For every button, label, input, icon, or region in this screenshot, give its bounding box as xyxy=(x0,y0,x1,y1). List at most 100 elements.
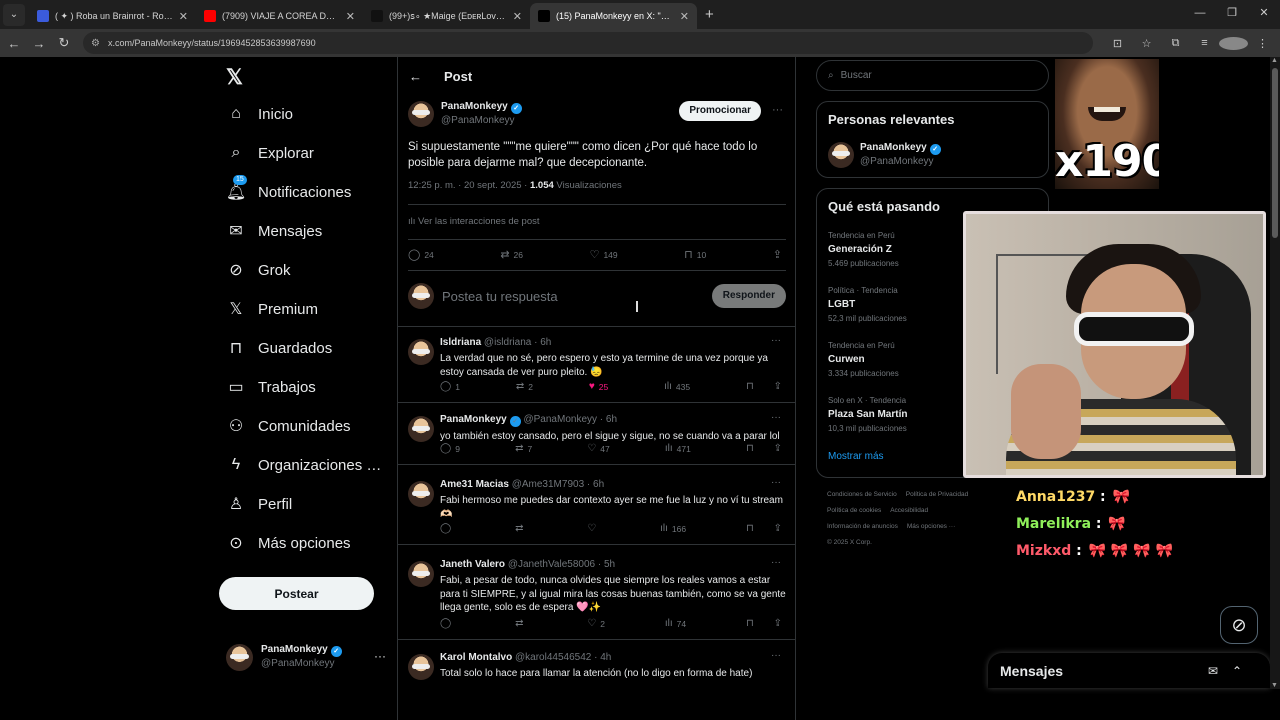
page-scrollbar[interactable]: ▲ ▼ xyxy=(1270,57,1280,689)
account-switcher[interactable]: PanaMonkeyy ✓ @PanaMonkeyy ··· xyxy=(226,643,386,671)
extensions-icon[interactable]: ⧉ xyxy=(1161,37,1190,50)
sidebar-item-premium[interactable]: 𝕏 Premium xyxy=(226,294,391,324)
x-logo-icon[interactable]: 𝕏 xyxy=(226,65,243,90)
sidebar-item-más-opciones[interactable]: ⊙ Más opciones xyxy=(226,528,391,558)
footer-link[interactable]: Condiciones de Servicio xyxy=(827,491,897,498)
sidebar-item-organizaciones-v[interactable]: ϟ Organizaciones v... xyxy=(226,450,391,480)
grok-floating-icon[interactable]: ⊘ xyxy=(1220,606,1258,644)
browser-tab[interactable]: (15) PanaMonkeyy en X: "Si sup ✕ xyxy=(530,3,697,29)
browser-tab[interactable]: ( ✦ ) Roba un Brainrot - Roblox ✕ xyxy=(29,3,196,29)
trend-item[interactable]: Tendencia en Perú Generación Z 5.469 publi… xyxy=(828,229,899,271)
site-info-icon[interactable]: ⚙ xyxy=(91,38,100,49)
repost-button[interactable]: ⇄ 26 xyxy=(500,248,523,261)
sidebar-item-grok[interactable]: ⊘ Grok xyxy=(226,255,391,285)
close-tab-icon[interactable]: ✕ xyxy=(680,10,689,23)
more-icon[interactable]: ··· xyxy=(374,649,386,663)
reply-author-name[interactable]: Karol Montalvo xyxy=(440,652,512,663)
install-app-icon[interactable]: ⊡ xyxy=(1103,37,1132,50)
avatar[interactable] xyxy=(408,100,434,127)
repost-button[interactable]: ⇄ 2 xyxy=(516,381,533,392)
reply-author-name[interactable]: Isldriana xyxy=(440,337,481,348)
sidebar-item-guardados[interactable]: ⊓ Guardados xyxy=(226,333,391,363)
post-author-handle[interactable]: @PanaMonkeyy xyxy=(441,114,522,127)
footer-link[interactable]: Accesibilidad xyxy=(890,507,928,514)
close-tab-icon[interactable]: ✕ xyxy=(346,10,355,23)
expand-chevron-icon[interactable]: ⌃ xyxy=(1232,664,1242,678)
views-button[interactable]: ılı 435 xyxy=(664,381,690,392)
sidebar-item-trabajos[interactable]: ▭ Trabajos xyxy=(226,372,391,402)
browser-menu-icon[interactable]: ⋮ xyxy=(1248,37,1277,50)
relevant-person[interactable]: PanaMonkeyy ✓ @PanaMonkeyy xyxy=(828,141,1048,168)
browser-tab[interactable]: (99+)ꜱ∘ ★Maiɡe (EᴅᴇʀLovᴇs) ♦ ✕ xyxy=(363,3,530,29)
repost-button[interactable]: ⇄ 7 xyxy=(515,443,532,454)
profile-avatar-icon[interactable] xyxy=(1219,36,1248,50)
url-bar[interactable]: ⚙ x.com/PanaMonkeyy/status/1969452853639… xyxy=(83,32,1093,54)
reply-submit-button[interactable]: Responder xyxy=(711,284,786,308)
post-interactions-link[interactable]: ılı Ver las interacciones de post xyxy=(408,216,540,227)
avatar[interactable] xyxy=(408,561,434,587)
share-icon[interactable]: ⇪ xyxy=(774,523,782,534)
messages-drawer[interactable]: Mensajes ✉ ⌃ xyxy=(988,653,1270,688)
reply-button[interactable]: ◯ 24 xyxy=(408,248,434,261)
more-icon[interactable]: ··· xyxy=(771,557,781,568)
reply-button[interactable]: ◯ xyxy=(440,523,455,534)
close-tab-icon[interactable]: ✕ xyxy=(513,10,522,23)
share-icon[interactable]: ⇪ xyxy=(774,381,782,392)
views-button[interactable]: ılı 74 xyxy=(665,618,686,629)
more-icon[interactable]: ··· xyxy=(771,335,781,346)
footer-link[interactable]: Información de anuncios xyxy=(827,523,898,530)
reply-button[interactable]: ◯ xyxy=(440,618,455,629)
sidebar-item-explorar[interactable]: ⌕ Explorar xyxy=(226,138,391,168)
bookmark-icon[interactable]: ⊓ xyxy=(746,443,754,454)
footer-link[interactable]: Más opciones ··· xyxy=(907,523,955,530)
forward-button[interactable]: → xyxy=(28,36,50,51)
more-icon[interactable]: ··· xyxy=(771,412,781,423)
new-tab-button[interactable]: + xyxy=(705,6,714,23)
trend-item[interactable]: Política · Tendencia LGBT 52,3 mil publica… xyxy=(828,284,907,326)
close-tab-icon[interactable]: ✕ xyxy=(179,10,188,23)
footer-link[interactable]: Política de cookies xyxy=(827,507,881,514)
post-timestamp[interactable]: 12:25 p. m. · 20 sept. 2025 · xyxy=(408,180,530,191)
footer-link[interactable]: © 2025 X Corp. xyxy=(827,539,872,546)
new-message-icon[interactable]: ✉ xyxy=(1208,664,1218,678)
show-more-link[interactable]: Mostrar más xyxy=(828,451,884,462)
more-icon[interactable]: ··· xyxy=(771,650,781,661)
back-button[interactable]: ← xyxy=(3,36,25,51)
search-input[interactable]: ⌕ Buscar xyxy=(816,60,1049,91)
avatar[interactable] xyxy=(408,481,434,507)
browser-tab[interactable]: (7909) VIAJE A COREA DEL SUR ✕ xyxy=(196,3,363,29)
bookmark-icon[interactable]: ⊓ xyxy=(746,381,754,392)
reply-button[interactable]: ◯ 9 xyxy=(440,443,460,454)
post-button[interactable]: Postear xyxy=(219,577,374,610)
views-button[interactable]: ılı 471 xyxy=(665,443,691,454)
avatar[interactable] xyxy=(408,416,434,442)
promote-button[interactable]: Promocionar xyxy=(679,101,761,121)
sidebar-item-inicio[interactable]: ⌂ Inicio xyxy=(226,99,391,129)
repost-button[interactable]: ⇄ xyxy=(515,618,527,629)
avatar[interactable] xyxy=(408,654,434,680)
reply-author-name[interactable]: Ame31 Macias xyxy=(440,479,509,490)
more-icon[interactable]: ··· xyxy=(772,104,783,116)
repost-button[interactable]: ⇄ xyxy=(515,523,527,534)
like-button[interactable]: ♡ 2 xyxy=(587,618,605,629)
post-author-name[interactable]: PanaMonkeyy xyxy=(441,101,508,112)
tab-search-button[interactable]: ⌄ xyxy=(3,3,25,26)
bookmark-icon[interactable]: ⊓ xyxy=(746,523,754,534)
back-arrow-icon[interactable]: ← xyxy=(409,69,422,84)
sidebar-item-comunidades[interactable]: ⚇ Comunidades xyxy=(226,411,391,441)
sidebar-item-perfil[interactable]: ♙ Perfil xyxy=(226,489,391,519)
like-button[interactable]: ♡ xyxy=(587,523,600,534)
close-window-button[interactable]: ✕ xyxy=(1248,0,1280,29)
views-button[interactable]: ılı 166 xyxy=(660,523,686,534)
bookmark-button[interactable]: ⊓ 10 xyxy=(684,248,706,261)
more-icon[interactable]: ··· xyxy=(771,477,781,488)
sidebar-item-mensajes[interactable]: ✉ Mensajes xyxy=(226,216,391,246)
avatar[interactable] xyxy=(408,339,434,365)
restore-button[interactable]: ❐ xyxy=(1216,0,1248,29)
like-button[interactable]: ♡ 149 xyxy=(590,248,618,261)
share-button[interactable]: ⇪ xyxy=(773,248,786,261)
reply-button[interactable]: ◯ 1 xyxy=(440,381,460,392)
sidebar-item-notificaciones[interactable]: 🔔︎ 15 Notificaciones xyxy=(226,175,391,207)
footer-link[interactable]: Política de Privacidad xyxy=(906,491,969,498)
reply-author-name[interactable]: PanaMonkeyy xyxy=(440,414,507,425)
